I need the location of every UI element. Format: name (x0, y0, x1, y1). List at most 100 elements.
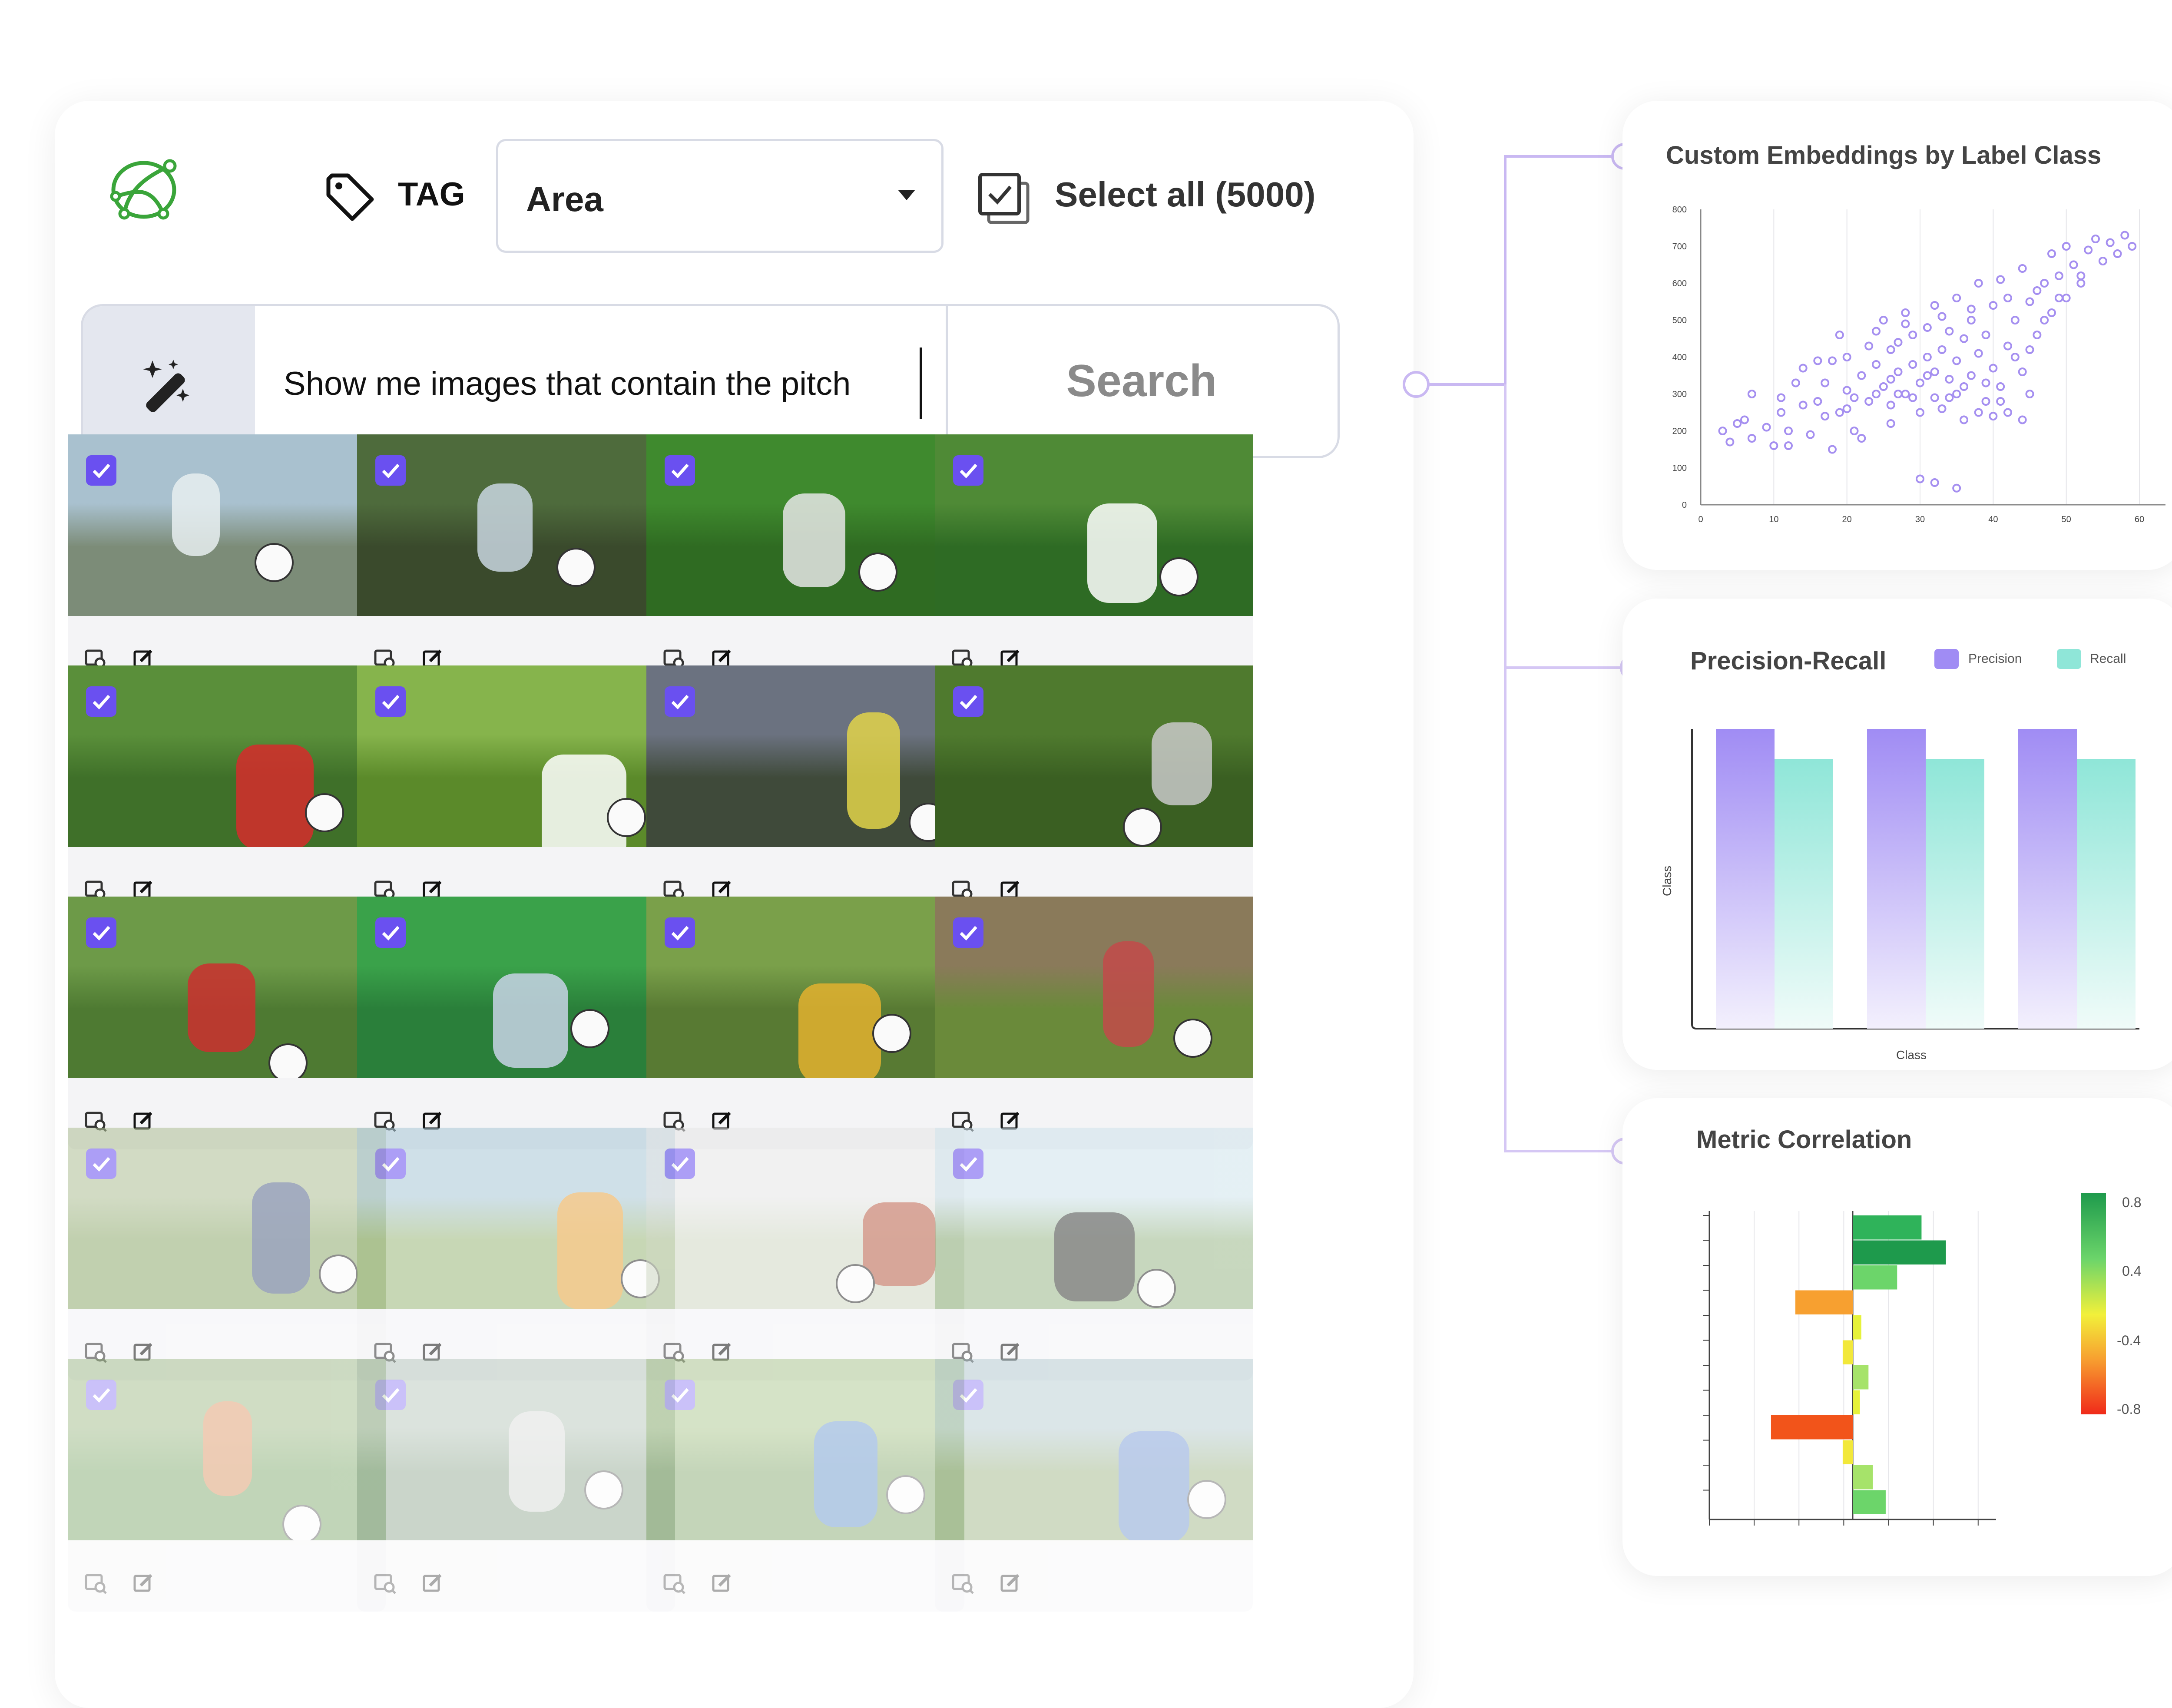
similar-images-icon[interactable] (84, 1572, 107, 1594)
edit-icon[interactable] (711, 1572, 733, 1594)
image-thumbnail[interactable] (357, 1128, 675, 1309)
image-card[interactable] (357, 1128, 675, 1380)
scatter-point (1996, 275, 2005, 284)
image-thumbnail[interactable] (935, 897, 1253, 1078)
image-card[interactable] (646, 1359, 964, 1612)
select-checkbox[interactable] (86, 1149, 116, 1179)
select-checkbox[interactable] (86, 1380, 116, 1410)
select-checkbox[interactable] (953, 917, 983, 948)
image-thumbnail[interactable] (646, 665, 964, 847)
similar-images-icon[interactable] (951, 1572, 974, 1594)
select-checkbox[interactable] (665, 1149, 695, 1179)
select-checkbox[interactable] (375, 1380, 406, 1410)
select-checkbox[interactable] (665, 917, 695, 948)
ball (1123, 808, 1162, 847)
image-card[interactable] (357, 1359, 675, 1612)
image-thumbnail[interactable] (935, 1359, 1253, 1540)
select-checkbox[interactable] (375, 1149, 406, 1179)
x-tick-label: 30 (1915, 515, 1925, 524)
image-card[interactable] (935, 1128, 1253, 1380)
card-actions (646, 1540, 964, 1612)
scatter-point (2018, 264, 2027, 273)
magic-search-toggle[interactable] (83, 306, 255, 456)
precision-bar (1716, 729, 1775, 1029)
image-thumbnail[interactable] (357, 897, 675, 1078)
image-thumbnail[interactable] (68, 1128, 386, 1309)
select-checkbox[interactable] (665, 455, 695, 486)
similar-images-icon[interactable] (663, 1572, 685, 1594)
image-card[interactable] (935, 665, 1253, 918)
select-checkbox[interactable] (375, 455, 406, 486)
scatter-point (1798, 401, 1808, 410)
scatter-point (1784, 427, 1793, 435)
scatter-point (1886, 375, 1895, 384)
correlation-bar (1842, 1340, 1853, 1364)
edit-icon[interactable] (421, 1572, 444, 1594)
scatter-point (2003, 341, 2012, 351)
select-checkbox[interactable] (375, 917, 406, 948)
scatter-point (1828, 445, 1837, 454)
image-thumbnail[interactable] (935, 434, 1253, 616)
select-checkbox[interactable] (953, 1149, 983, 1179)
image-card[interactable] (646, 665, 964, 918)
image-thumbnail[interactable] (646, 1128, 964, 1309)
player-figure (509, 1411, 565, 1512)
image-card[interactable] (68, 1359, 386, 1612)
image-thumbnail[interactable] (935, 1128, 1253, 1309)
image-card[interactable] (646, 434, 964, 687)
image-card[interactable] (357, 897, 675, 1149)
image-thumbnail[interactable] (646, 897, 964, 1078)
select-checkbox[interactable] (665, 686, 695, 717)
image-thumbnail[interactable] (357, 665, 675, 847)
scatter-point (1974, 349, 1983, 358)
image-thumbnail[interactable] (646, 434, 964, 616)
colorbar-tick-label: 0.4 (2122, 1263, 2142, 1279)
image-thumbnail[interactable] (68, 897, 386, 1078)
edit-icon[interactable] (999, 1572, 1022, 1594)
image-card[interactable] (646, 1128, 964, 1380)
edit-icon[interactable] (132, 1572, 155, 1594)
scatter-point (2054, 271, 2063, 280)
image-thumbnail[interactable] (68, 434, 386, 616)
select-checkbox[interactable] (953, 686, 983, 717)
similar-images-icon[interactable] (374, 1572, 396, 1594)
scatter-point (1901, 319, 1910, 328)
image-thumbnail[interactable] (68, 665, 386, 847)
select-checkbox[interactable] (953, 455, 983, 486)
image-card[interactable] (68, 665, 386, 918)
image-card[interactable] (646, 897, 964, 1149)
image-thumbnail[interactable] (357, 1359, 675, 1540)
search-input[interactable]: Show me images that contain the pitch (255, 306, 948, 456)
select-checkbox[interactable] (665, 1380, 695, 1410)
scatter-point (1777, 393, 1786, 402)
precision-recall-title: Precision-Recall (1690, 647, 1887, 675)
colorbar-tick-label: -0.4 (2117, 1333, 2141, 1348)
select-all-checkbox-icon[interactable] (976, 170, 1032, 227)
image-thumbnail[interactable] (646, 1359, 964, 1540)
image-card[interactable] (935, 1359, 1253, 1612)
select-checkbox[interactable] (86, 917, 116, 948)
dropdown-value: Area (526, 180, 603, 218)
image-card[interactable] (357, 665, 675, 918)
select-checkbox[interactable] (86, 686, 116, 717)
image-card[interactable] (68, 1128, 386, 1380)
tag-dropdown[interactable]: Area (496, 139, 944, 253)
image-card[interactable] (68, 434, 386, 687)
select-all-label[interactable]: Select all (5000) (1055, 175, 1315, 215)
legend-recall-label: Recall (2090, 652, 2126, 666)
image-card[interactable] (935, 434, 1253, 687)
select-checkbox[interactable] (375, 686, 406, 717)
select-checkbox[interactable] (953, 1380, 983, 1410)
select-checkbox[interactable] (86, 455, 116, 486)
image-thumbnail[interactable] (935, 665, 1253, 847)
scatter-point (1879, 316, 1888, 324)
search-button[interactable]: Search (946, 306, 1338, 456)
scatter-point (1967, 371, 1976, 380)
image-card[interactable] (935, 897, 1253, 1149)
image-thumbnail[interactable] (357, 434, 675, 616)
scatter-point (1842, 404, 1851, 413)
card-actions (357, 1540, 675, 1612)
image-thumbnail[interactable] (68, 1359, 386, 1540)
image-card[interactable] (357, 434, 675, 687)
image-card[interactable] (68, 897, 386, 1149)
